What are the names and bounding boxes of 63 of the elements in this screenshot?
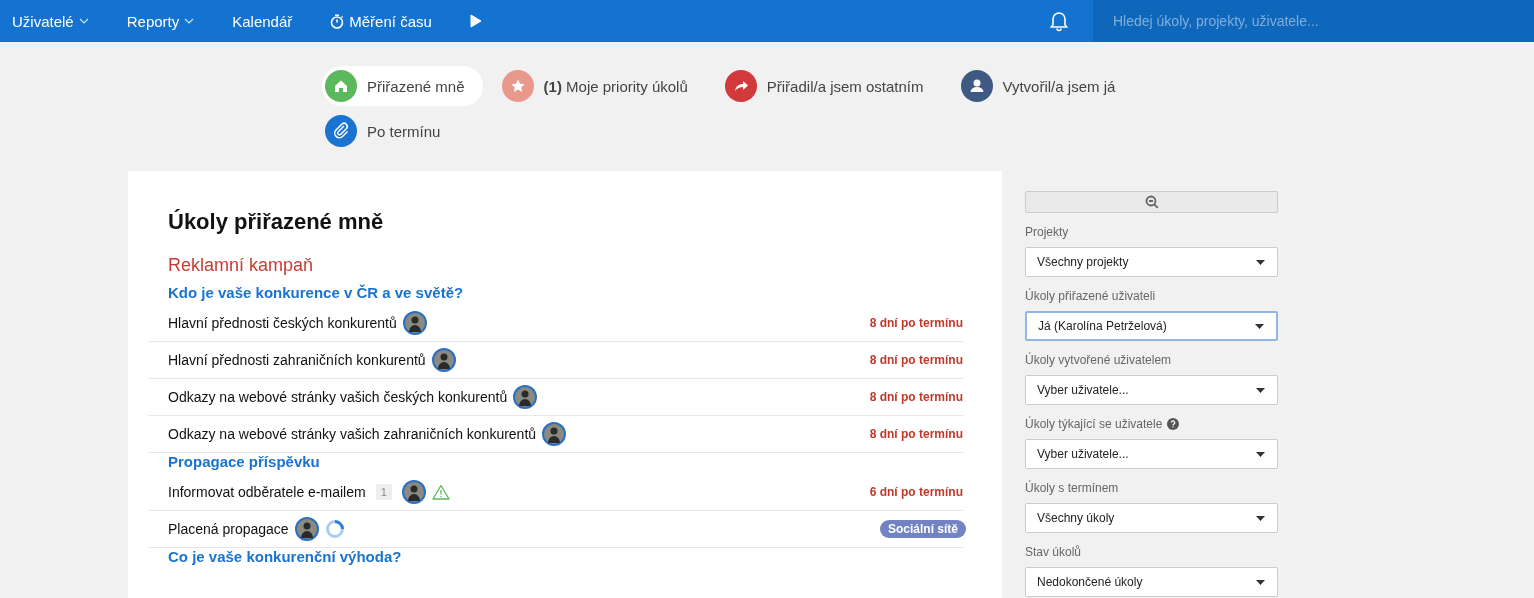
bell-icon bbox=[1049, 10, 1069, 32]
nav-menu-item[interactable]: Reporty bbox=[126, 12, 195, 30]
overdue-label: 8 dní po termínu bbox=[869, 316, 963, 330]
overdue-label: 8 dní po termínu bbox=[869, 427, 963, 441]
caret-icon bbox=[1256, 451, 1265, 457]
filter-dropdown[interactable]: Já (Karolína Petrželová) bbox=[1025, 311, 1278, 341]
task-name[interactable]: Placená propagace bbox=[168, 521, 289, 537]
filter-dropdown[interactable]: Nedokončené úkoly bbox=[1025, 567, 1278, 597]
house-icon bbox=[325, 70, 357, 102]
filter-label: Úkoly vytvořené uživatelem bbox=[1025, 352, 1172, 367]
task-name[interactable]: Odkazy na webové stránky vašich českých konkurentů bbox=[168, 389, 508, 405]
avatar-icon bbox=[542, 422, 567, 446]
filter-label: Úkoly týkající se uživatele bbox=[1025, 416, 1163, 431]
task-list-heading[interactable]: Propagace příspěvku bbox=[168, 453, 962, 470]
avatar-icon bbox=[431, 348, 456, 372]
avatar-icon bbox=[402, 311, 427, 335]
caret-icon bbox=[1255, 323, 1264, 329]
filter-tab[interactable]: Vytvořil/a jsem já bbox=[957, 66, 1134, 106]
avatar-icon bbox=[294, 517, 319, 541]
filter-label: Projekty bbox=[1025, 224, 1069, 239]
nav-menu-item[interactable]: Měření času bbox=[330, 12, 432, 30]
help-icon[interactable] bbox=[1167, 417, 1180, 430]
filter-label: Úkoly přiřazené uživateli bbox=[1025, 288, 1156, 303]
project-name[interactable]: Reklamní kampaň bbox=[168, 255, 962, 276]
search-field[interactable]: Hledej úkoly, projekty, uživatele... bbox=[1093, 0, 1534, 42]
paperclip-icon bbox=[325, 115, 357, 147]
avatar-icon bbox=[513, 385, 538, 409]
filter-tab[interactable]: Přiřadil/a jsem ostatním bbox=[721, 66, 942, 106]
filter-dropdown[interactable]: Vyber uživatele... bbox=[1025, 375, 1278, 405]
nav-menu-item[interactable]: Kalendář bbox=[232, 12, 293, 30]
caret-icon bbox=[1256, 259, 1265, 265]
caret-icon bbox=[1256, 515, 1265, 521]
page-title: Úkoly přiřazené mně bbox=[168, 209, 385, 235]
chevron-down-icon bbox=[78, 18, 89, 24]
task-name[interactable]: Hlavní přednosti zahraničních konkurentů bbox=[168, 352, 426, 368]
comment-count: 1 bbox=[375, 484, 392, 500]
filter-label: Úkoly s termínem bbox=[1025, 480, 1119, 495]
chevron-down-icon bbox=[184, 18, 195, 24]
avatar-icon bbox=[401, 480, 426, 504]
overdue-label: 8 dní po termínu bbox=[869, 353, 963, 367]
task-name[interactable]: Odkazy na webové stránky vašich zahraničních konkurentů bbox=[168, 426, 537, 442]
caret-icon bbox=[1256, 579, 1265, 585]
filter-tab[interactable]: (1) Moje priority úkolů bbox=[498, 66, 706, 106]
overdue-label: 8 dní po termínu bbox=[869, 390, 963, 404]
filter-dropdown[interactable]: Vyber uživatele... bbox=[1025, 439, 1278, 469]
stopwatch-icon bbox=[330, 13, 345, 29]
overdue-label: 6 dní po termínu bbox=[869, 485, 963, 499]
filter-dropdown[interactable]: Všechny úkoly bbox=[1025, 503, 1278, 533]
task-list-heading[interactable]: Co je vaše konkurenční výhoda? bbox=[168, 548, 962, 565]
task-name[interactable]: Informovat odběratele e-mailem bbox=[168, 484, 366, 500]
play-button[interactable] bbox=[469, 14, 482, 28]
user-icon bbox=[960, 70, 993, 102]
task-name[interactable]: Hlavní přednosti českých konkurentů bbox=[168, 315, 397, 331]
nav-menu-item[interactable]: Uživatelé bbox=[12, 12, 89, 30]
caret-icon bbox=[1256, 387, 1265, 393]
task-list-heading[interactable]: Kdo je vaše konkurence v ČR a ve světě? bbox=[168, 284, 962, 301]
filter-dropdown[interactable]: Všechny projekty bbox=[1025, 247, 1278, 277]
zoom-out-icon bbox=[1144, 195, 1159, 209]
search-toggle-button[interactable] bbox=[1025, 191, 1278, 213]
filter-label: Stav úkolů bbox=[1025, 544, 1082, 559]
filter-tab[interactable]: Po termínu bbox=[322, 111, 459, 151]
tag-badge[interactable]: Sociální sítě bbox=[879, 520, 966, 538]
filter-tab[interactable]: Přiřazené mně bbox=[322, 66, 483, 106]
